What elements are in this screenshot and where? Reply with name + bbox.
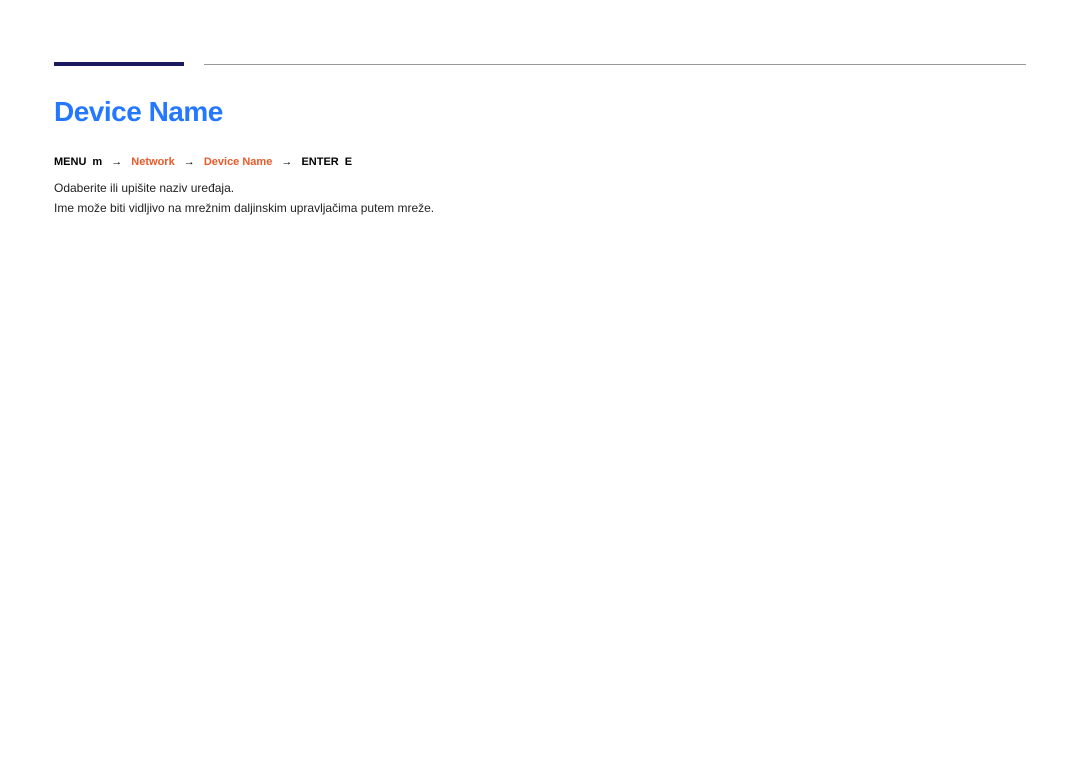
- arrow-icon: →: [184, 156, 195, 168]
- menu-icon: m: [92, 156, 102, 168]
- enter-icon: E: [345, 156, 352, 168]
- arrow-icon: →: [111, 156, 122, 168]
- accent-bar: [54, 62, 184, 66]
- top-divider: [54, 62, 1026, 66]
- description-line-1: Odaberite ili upišite naziv uređaja.: [54, 178, 1026, 198]
- document-page: Device Name MENU m → Network → Device Nam…: [0, 0, 1080, 219]
- horizontal-rule: [204, 64, 1026, 65]
- menu-device-name: Device Name: [204, 156, 273, 168]
- enter-label: ENTER: [301, 156, 338, 168]
- menu-breadcrumb: MENU m → Network → Device Name → ENTER E: [54, 156, 1026, 168]
- menu-network: Network: [131, 156, 174, 168]
- arrow-icon: →: [281, 156, 292, 168]
- menu-label: MENU: [54, 156, 86, 168]
- description-line-2: Ime može biti vidljivo na mrežnim daljin…: [54, 198, 1026, 218]
- page-title: Device Name: [54, 96, 1026, 128]
